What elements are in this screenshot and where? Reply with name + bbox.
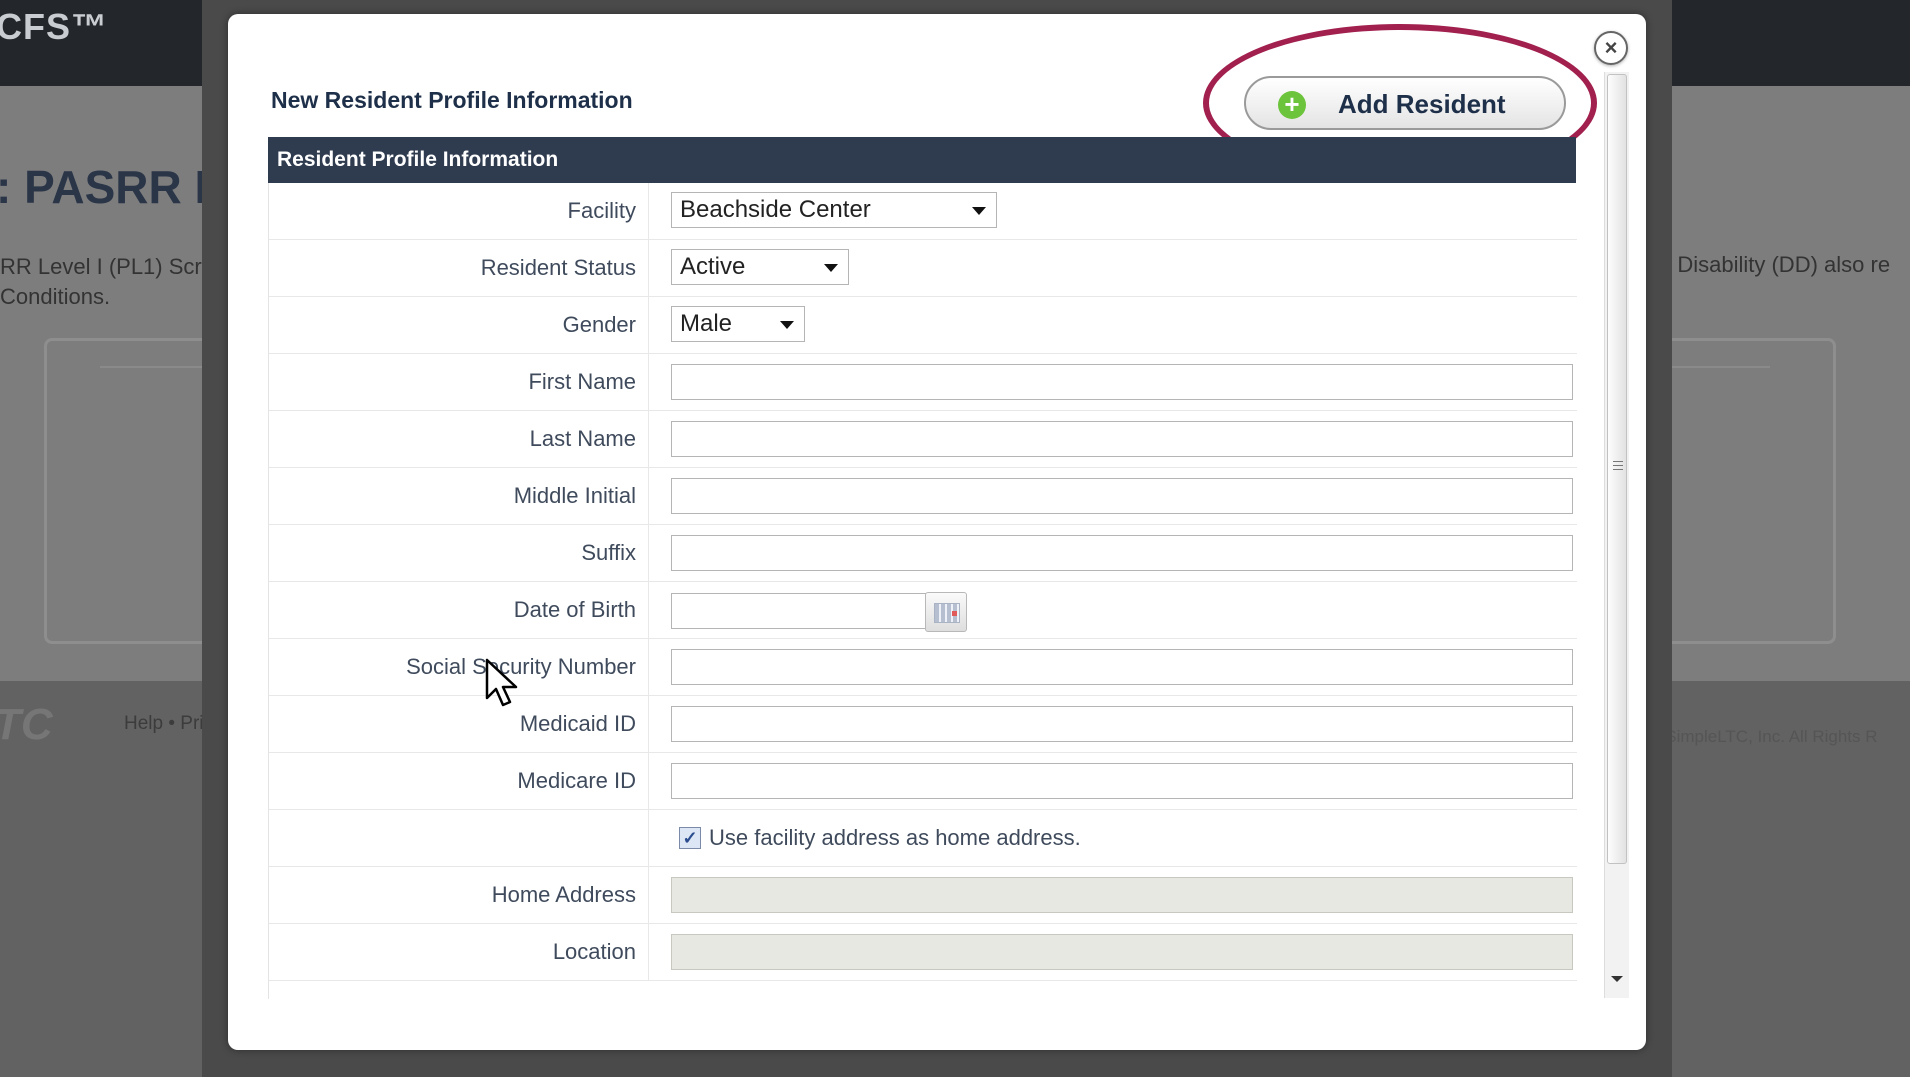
calendar-today-marker bbox=[952, 611, 957, 616]
ssn-field[interactable] bbox=[671, 649, 1573, 685]
first-name-label: First Name bbox=[269, 354, 649, 410]
medicaid-id-field[interactable] bbox=[671, 706, 1573, 742]
resident-status-label: Resident Status bbox=[269, 240, 649, 296]
date-of-birth-field[interactable] bbox=[671, 593, 927, 629]
middle-initial-label: Middle Initial bbox=[269, 468, 649, 524]
chevron-down-icon bbox=[780, 321, 794, 329]
form-row-gender: Gender Male bbox=[269, 297, 1577, 354]
form-row-facility: Facility Beachside Center bbox=[269, 183, 1577, 240]
date-of-birth-label: Date of Birth bbox=[269, 582, 649, 638]
plus-circle-icon: + bbox=[1278, 91, 1306, 119]
chevron-down-icon bbox=[972, 207, 986, 215]
gender-select-value: Male bbox=[680, 310, 733, 337]
home-address-label: Home Address bbox=[269, 867, 649, 923]
resident-profile-form: Facility Beachside Center Resident Statu… bbox=[268, 183, 1577, 999]
form-row-ssn: Social Security Number bbox=[269, 639, 1577, 696]
form-row-medicare-id: Medicare ID bbox=[269, 753, 1577, 810]
footer-copyright: © SimpleLTC, Inc. All Rights R bbox=[1648, 727, 1878, 746]
form-row-first-name: First Name bbox=[269, 354, 1577, 411]
form-scrollbar[interactable] bbox=[1604, 72, 1629, 998]
form-row-use-facility-address: ✓ Use facility address as home address. bbox=[269, 810, 1577, 867]
new-resident-modal: × New Resident Profile Information + Add… bbox=[228, 14, 1646, 1050]
empty-label-cell bbox=[269, 810, 649, 866]
suffix-label: Suffix bbox=[269, 525, 649, 581]
modal-title: New Resident Profile Information bbox=[271, 87, 633, 113]
form-row-date-of-birth: Date of Birth bbox=[269, 582, 1577, 639]
home-address-field bbox=[671, 877, 1573, 913]
form-row-middle-initial: Middle Initial bbox=[269, 468, 1577, 525]
first-name-field[interactable] bbox=[671, 364, 1573, 400]
footer-logo: TC bbox=[0, 700, 53, 749]
background-description: RR Level I (PL1) Scre Conditions. bbox=[0, 252, 214, 312]
gender-select[interactable]: Male bbox=[671, 306, 805, 342]
resident-status-select-value: Active bbox=[680, 253, 746, 280]
medicaid-id-label: Medicaid ID bbox=[269, 696, 649, 752]
form-row-resident-status: Resident Status Active bbox=[269, 240, 1577, 297]
scrollbar-thumb[interactable] bbox=[1607, 74, 1627, 864]
facility-label: Facility bbox=[269, 183, 649, 239]
form-row-location: Location bbox=[269, 924, 1577, 981]
close-modal-button[interactable]: × bbox=[1594, 31, 1628, 65]
location-field bbox=[671, 934, 1573, 970]
background-description-line2: Conditions. bbox=[0, 284, 111, 309]
app-logo: CFS™ bbox=[0, 6, 108, 47]
use-facility-address-checkbox[interactable]: ✓ bbox=[679, 827, 701, 849]
medicare-id-label: Medicare ID bbox=[269, 753, 649, 809]
last-name-label: Last Name bbox=[269, 411, 649, 467]
last-name-field[interactable] bbox=[671, 421, 1573, 457]
form-row-home-address: Home Address bbox=[269, 867, 1577, 924]
facility-select-value: Beachside Center bbox=[680, 196, 871, 223]
background-description-right: tal Disability (DD) also re bbox=[1648, 252, 1891, 277]
calendar-button[interactable] bbox=[925, 592, 967, 632]
add-resident-button[interactable]: + Add Resident bbox=[1244, 76, 1566, 130]
form-row-medicaid-id: Medicaid ID bbox=[269, 696, 1577, 753]
footer-links[interactable]: Help • Pri bbox=[124, 713, 204, 735]
gender-label: Gender bbox=[269, 297, 649, 353]
section-header: Resident Profile Information bbox=[268, 137, 1576, 183]
middle-initial-field[interactable] bbox=[671, 478, 1573, 514]
medicare-id-field[interactable] bbox=[671, 763, 1573, 799]
add-resident-label: Add Resident bbox=[1338, 89, 1506, 119]
ssn-label: Social Security Number bbox=[269, 639, 649, 695]
background-description-line1: RR Level I (PL1) Scre bbox=[0, 254, 214, 279]
use-facility-address-label[interactable]: Use facility address as home address. bbox=[709, 810, 1081, 866]
form-row-suffix: Suffix bbox=[269, 525, 1577, 582]
mouse-cursor-icon bbox=[485, 658, 518, 707]
chevron-down-icon bbox=[824, 264, 838, 272]
grip-icon bbox=[1613, 461, 1623, 472]
scroll-down-arrow-icon[interactable] bbox=[1611, 976, 1623, 982]
resident-status-select[interactable]: Active bbox=[671, 249, 849, 285]
suffix-field[interactable] bbox=[671, 535, 1573, 571]
location-label: Location bbox=[269, 924, 649, 980]
facility-select[interactable]: Beachside Center bbox=[671, 192, 997, 228]
form-row-last-name: Last Name bbox=[269, 411, 1577, 468]
